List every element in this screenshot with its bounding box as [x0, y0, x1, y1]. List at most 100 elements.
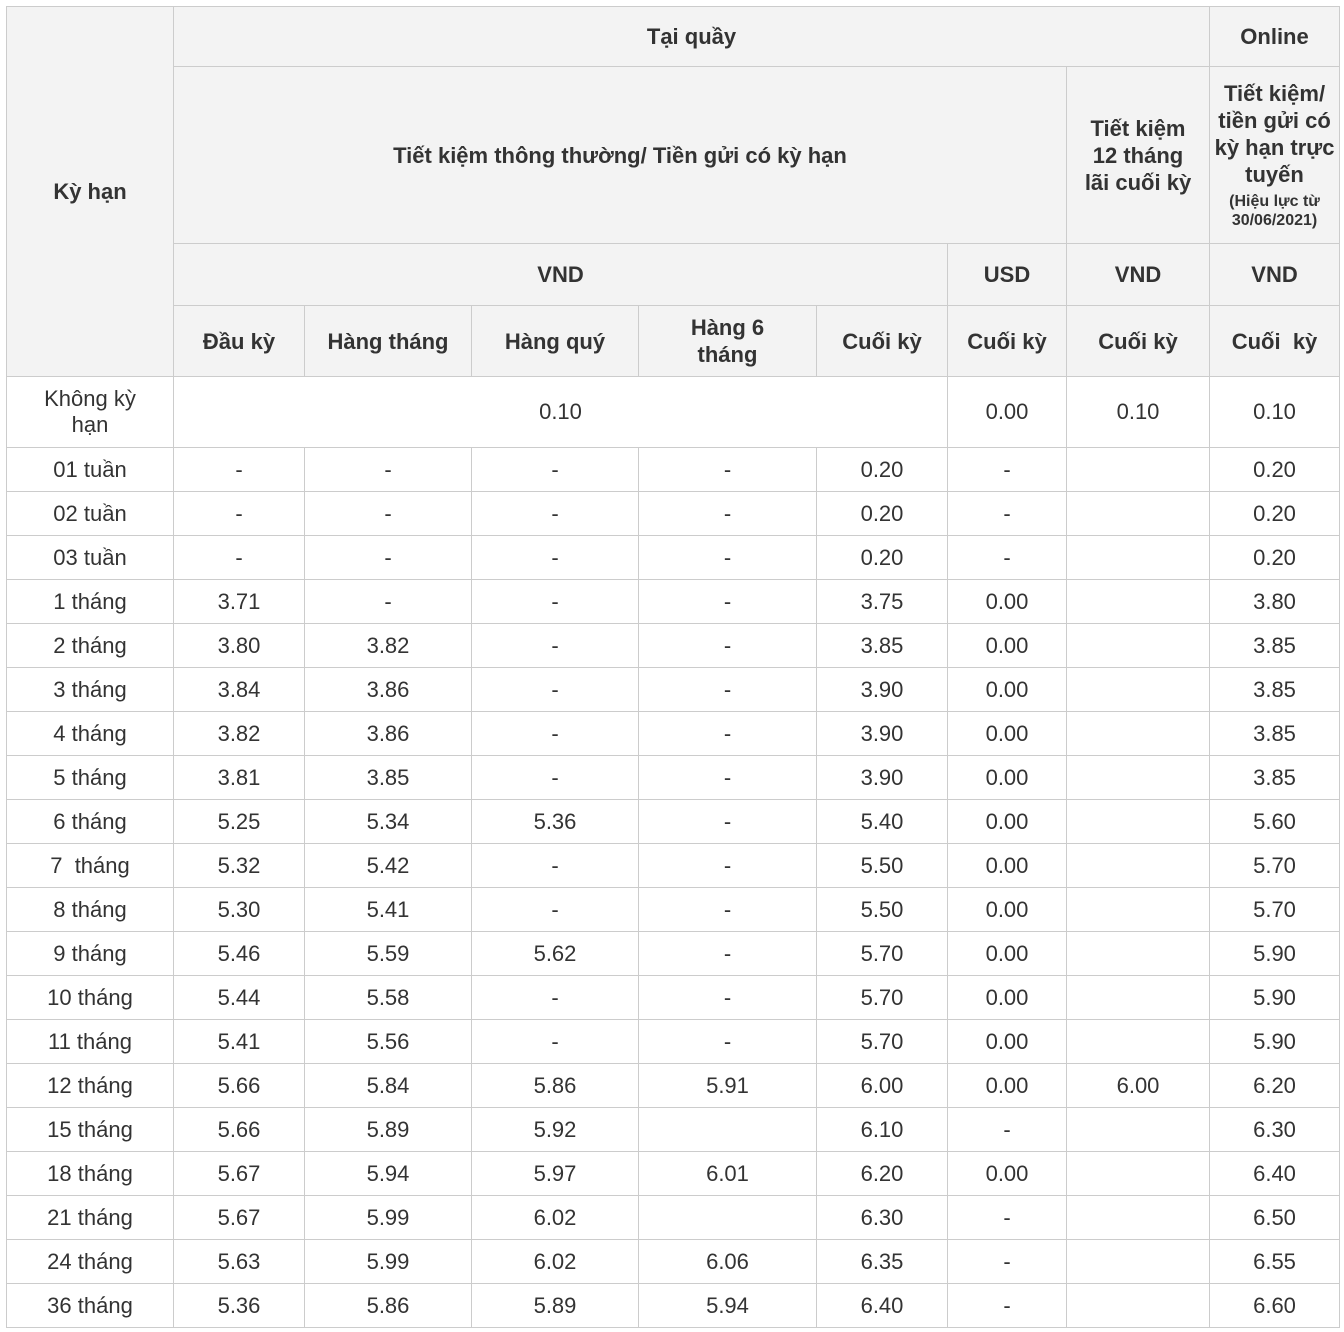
rate-cell-end-vnd: 6.30 [816, 1195, 948, 1240]
rate-cell-beginning: 5.67 [173, 1151, 305, 1196]
rate-cell-vnd: 0.10 [173, 376, 948, 448]
rate-cell-end-usd: - [947, 1195, 1067, 1240]
rate-cell-end-usd: - [947, 535, 1067, 580]
currency-vnd-header: VND [173, 243, 948, 306]
payment-end-usd-header: Cuối kỳ [947, 305, 1067, 377]
rate-cell-quarterly: - [471, 843, 639, 888]
rate-cell-quarterly: - [471, 755, 639, 800]
online-header: Online [1209, 6, 1341, 67]
rate-cell-beginning: 5.30 [173, 887, 305, 932]
payment-beginning-header: Đầu kỳ [173, 305, 305, 377]
rate-cell-quarterly: - [471, 447, 639, 492]
rate-cell-12m [1065, 931, 1211, 976]
rate-cell-monthly: 5.34 [304, 799, 472, 844]
table-row: 10 tháng 5.44 5.58- -5.70 0.00 5.90 [6, 975, 1341, 1020]
rate-cell-monthly: - [304, 491, 472, 536]
rate-cell-online: 0.20 [1209, 535, 1341, 580]
rate-cell-end-usd: 0.00 [947, 623, 1067, 668]
rate-cell-end-usd: 0.00 [947, 843, 1067, 888]
rate-cell-monthly: 3.86 [304, 711, 472, 756]
term-cell: 36 tháng [6, 1283, 174, 1328]
rate-cell-quarterly: 5.36 [471, 799, 639, 844]
rate-cell-online: 3.85 [1209, 711, 1341, 756]
table-row: 4 tháng 3.82 3.86- -3.90 0.00 3.85 [6, 711, 1341, 756]
rate-cell-usd: 0.00 [947, 376, 1067, 448]
rate-cell-monthly: 3.82 [304, 623, 472, 668]
rate-cell-12m [1065, 1239, 1211, 1284]
rate-cell-six-monthly: - [638, 535, 817, 580]
rate-cell-six-monthly: 6.06 [638, 1239, 817, 1284]
rate-cell-online: 5.60 [1209, 799, 1341, 844]
rate-cell-beginning: 5.63 [173, 1239, 305, 1284]
rate-cell-beginning: 5.66 [173, 1107, 305, 1152]
rate-cell-end-vnd: 5.70 [816, 975, 948, 1020]
rate-cell-beginning: 3.80 [173, 623, 305, 668]
rate-cell-end-usd: 0.00 [947, 667, 1067, 712]
rate-cell-monthly: 5.42 [304, 843, 472, 888]
table-row: 03 tuần - - - -0.20-0.20 [6, 535, 1341, 580]
rate-cell-monthly: 5.84 [304, 1063, 472, 1108]
rate-cell-end-usd: 0.00 [947, 1063, 1067, 1108]
rate-cell-monthly: 5.56 [304, 1019, 472, 1064]
table-header: Kỳ hạn Tại quầy Online Tiết kiệm thông t… [6, 6, 1341, 377]
term-cell: Không kỳ hạn [6, 376, 174, 448]
term-cell: 01 tuần [6, 447, 174, 492]
regular-savings-header: Tiết kiệm thông thường/ Tiền gửi có kỳ h… [173, 66, 1067, 244]
rate-cell-beginning: 5.32 [173, 843, 305, 888]
rate-cell-six-monthly: - [638, 579, 817, 624]
rate-cell-end-vnd: 0.20 [816, 447, 948, 492]
rate-cell-end-usd: 0.00 [947, 1019, 1067, 1064]
rate-cell-beginning: 3.84 [173, 667, 305, 712]
rate-cell-beginning: 3.81 [173, 755, 305, 800]
rate-cell-monthly: 5.59 [304, 931, 472, 976]
rate-cell-online: 6.30 [1209, 1107, 1341, 1152]
rate-cell-12m [1065, 799, 1211, 844]
rate-cell-end-usd: 0.00 [947, 975, 1067, 1020]
rate-cell-quarterly: 6.02 [471, 1239, 639, 1284]
table-row: 15 tháng 5.66 5.89 5.92 6.10- 6.30 [6, 1107, 1341, 1152]
rate-cell-quarterly: - [471, 667, 639, 712]
rate-cell-beginning: - [173, 491, 305, 536]
rate-cell-end-vnd: 3.85 [816, 623, 948, 668]
term-cell: 9 tháng [6, 931, 174, 976]
rate-cell-quarterly: - [471, 491, 639, 536]
rate-cell-six-monthly: 5.91 [638, 1063, 817, 1108]
rate-cell-six-monthly: - [638, 623, 817, 668]
rate-cell-end-vnd: 3.90 [816, 667, 948, 712]
currency-12m-vnd-header: VND [1065, 243, 1211, 306]
rate-cell-end-usd: - [947, 1107, 1067, 1152]
rate-cell-quarterly: 5.86 [471, 1063, 639, 1108]
rate-cell-12m [1065, 535, 1211, 580]
rate-cell-end-usd: 0.00 [947, 799, 1067, 844]
rate-cell-online: 6.55 [1209, 1239, 1341, 1284]
rate-cell-beginning: 5.25 [173, 799, 305, 844]
rate-cell-six-monthly: - [638, 711, 817, 756]
term-cell: 6 tháng [6, 799, 174, 844]
rate-cell-six-monthly: - [638, 1019, 817, 1064]
rate-cell-end-usd: 0.00 [947, 1151, 1067, 1196]
term-cell: 18 tháng [6, 1151, 174, 1196]
table-row: 18 tháng 5.67 5.94 5.97 6.01 6.20 0.00 6.40 [6, 1151, 1341, 1196]
rate-cell-monthly: - [304, 535, 472, 580]
rate-cell-quarterly: 5.92 [471, 1107, 639, 1152]
rate-cell-12m [1065, 887, 1211, 932]
table-row: 3 tháng 3.84 3.86- -3.90 0.00 3.85 [6, 667, 1341, 712]
rate-cell-12m [1065, 1283, 1211, 1328]
payment-end-12m-header: Cuối kỳ [1065, 305, 1211, 377]
rate-cell-12m: 0.10 [1065, 376, 1211, 448]
table-row: 5 tháng 3.81 3.85- -3.90 0.00 3.85 [6, 755, 1341, 800]
rate-cell-end-usd: 0.00 [947, 579, 1067, 624]
rate-cell-beginning: 5.46 [173, 931, 305, 976]
term-cell: 24 tháng [6, 1239, 174, 1284]
rate-cell-monthly: 3.86 [304, 667, 472, 712]
rate-cell-monthly: 3.85 [304, 755, 472, 800]
table-row: 9 tháng 5.46 5.59 5.62-5.70 0.00 5.90 [6, 931, 1341, 976]
term-cell: 02 tuần [6, 491, 174, 536]
table-row: 01 tuần - - - -0.20-0.20 [6, 447, 1341, 492]
term-cell: 15 tháng [6, 1107, 174, 1152]
rate-cell-end-usd: 0.00 [947, 755, 1067, 800]
term-cell: 7 tháng [6, 843, 174, 888]
rate-cell-end-vnd: 3.90 [816, 755, 948, 800]
table-row: 24 tháng 5.63 5.99 6.02 6.06 6.35- 6.55 [6, 1239, 1341, 1284]
payment-quarterly-header: Hàng quý [471, 305, 639, 377]
